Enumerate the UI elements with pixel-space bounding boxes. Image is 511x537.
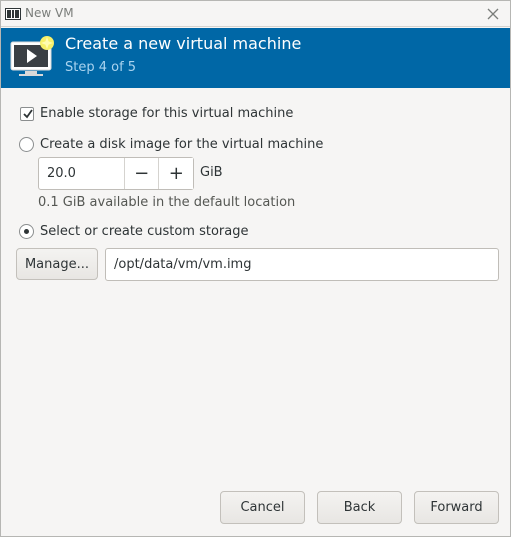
disk-size-spinbutton[interactable]: 20.0 − + [38, 157, 194, 190]
cancel-button[interactable]: Cancel [220, 491, 305, 524]
decrement-button[interactable]: − [123, 158, 159, 189]
custom-storage-row[interactable]: Select or create custom storage [19, 224, 248, 239]
forward-button[interactable]: Forward [414, 491, 499, 524]
page-title: Create a new virtual machine [65, 34, 302, 53]
back-button[interactable]: Back [317, 491, 402, 524]
enable-storage-label: Enable storage for this virtual machine [40, 106, 294, 121]
new-vm-icon [10, 36, 54, 76]
enable-storage-checkbox[interactable] [20, 106, 34, 121]
disk-size-unit: GiB [200, 165, 223, 180]
custom-storage-label: Select or create custom storage [40, 224, 249, 239]
virt-manager-icon [5, 8, 21, 20]
increment-button[interactable]: + [158, 158, 193, 189]
step-indicator: Step 4 of 5 [65, 60, 137, 75]
manage-button[interactable]: Manage... [16, 248, 98, 280]
create-disk-radio[interactable] [19, 137, 34, 152]
storage-path-input[interactable]: /opt/data/vm/vm.img [105, 248, 499, 281]
close-icon[interactable] [484, 5, 502, 23]
enable-storage-row[interactable]: Enable storage for this virtual machine [20, 106, 293, 121]
checkmark-icon [23, 108, 33, 118]
create-disk-row[interactable]: Create a disk image for the virtual mach… [19, 137, 323, 152]
available-space-hint: 0.1 GiB available in the default locatio… [38, 195, 296, 210]
wizard-header: Create a new virtual machine Step 4 of 5 [1, 28, 510, 88]
disk-size-input[interactable]: 20.0 [39, 158, 124, 189]
title-bar: New VM [1, 1, 510, 27]
custom-storage-radio[interactable] [19, 224, 34, 239]
new-vm-window: New VM Create a new virtual machine Step… [0, 0, 511, 537]
create-disk-label: Create a disk image for the virtual mach… [40, 137, 324, 152]
window-title: New VM [25, 6, 74, 20]
